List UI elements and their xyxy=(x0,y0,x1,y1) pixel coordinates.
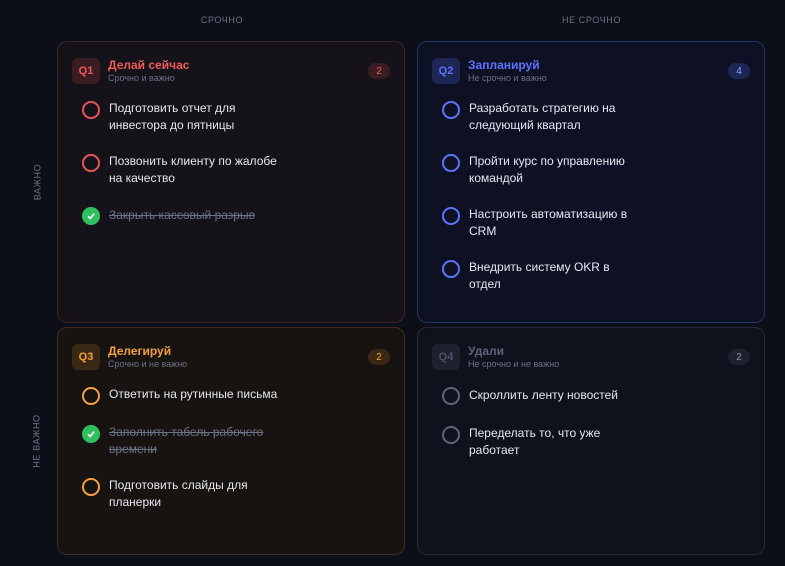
task-text: Позвонить клиенту по жалобе на качество xyxy=(109,154,277,185)
quadrant-title: Запланируй xyxy=(468,58,540,72)
task-item[interactable]: Ответить на рутинные письма xyxy=(72,387,390,405)
quadrant-badge: Q4 xyxy=(432,344,460,370)
quadrant-subtitle: Срочно и не важно xyxy=(108,359,188,369)
task-list: Скроллить ленту новостей Переделать то, … xyxy=(432,387,750,459)
quadrant-badge: Q2 xyxy=(432,58,460,84)
task-checkbox[interactable] xyxy=(442,426,460,444)
task-item[interactable]: Подготовить отчет для инвестора до пятни… xyxy=(72,101,390,134)
quadrant-header: Q1 Делай сейчас Срочно и важно 2 xyxy=(72,57,390,85)
task-checkbox[interactable] xyxy=(442,207,460,225)
task-item[interactable]: Внедрить систему OKR в отдел xyxy=(432,260,750,293)
quadrant-schedule: Q2 Запланируй Не срочно и важно 4 Разраб… xyxy=(417,41,765,323)
task-item[interactable]: Настроить автоматизацию в CRM xyxy=(432,207,750,240)
task-checkbox[interactable] xyxy=(82,478,100,496)
task-text: Разработать стратегию на следующий кварт… xyxy=(469,101,616,132)
task-text: Подготовить слайды для планерки xyxy=(109,478,248,509)
task-checkbox[interactable] xyxy=(82,101,100,119)
task-checkbox[interactable] xyxy=(82,387,100,405)
task-count-badge: 2 xyxy=(728,349,750,365)
task-item[interactable]: Позвонить клиенту по жалобе на качество xyxy=(72,154,390,187)
checkmark-icon xyxy=(87,213,95,220)
quadrant-header: Q3 Делегируй Срочно и не важно 2 xyxy=(72,343,390,371)
task-item[interactable]: Подготовить слайды для планерки xyxy=(72,478,390,511)
row-header-important: ВАЖНО xyxy=(22,42,52,322)
task-item[interactable]: Разработать стратегию на следующий кварт… xyxy=(432,101,750,134)
task-item[interactable]: Переделать то, что уже работает xyxy=(432,426,750,459)
task-item[interactable]: Пройти курс по управлению командой xyxy=(432,154,750,187)
quadrant-subtitle: Не срочно и важно xyxy=(468,73,547,83)
quadrant-title: Делегируй xyxy=(108,344,172,358)
row-header-important-label: ВАЖНО xyxy=(32,163,42,201)
quadrant-do-now: Q1 Делай сейчас Срочно и важно 2 Подгото… xyxy=(57,41,405,323)
quadrant-title: Делай сейчас xyxy=(108,58,190,72)
task-text: Переделать то, что уже работает xyxy=(469,426,601,457)
task-text: Настроить автоматизацию в CRM xyxy=(469,207,628,238)
row-header-not-important: НЕ ВАЖНО xyxy=(22,328,52,554)
quadrant-subtitle: Срочно и важно xyxy=(108,73,175,83)
task-checkbox[interactable] xyxy=(442,387,460,405)
column-header-not-urgent: НЕ СРОЧНО xyxy=(561,15,621,25)
task-checkbox-checked[interactable] xyxy=(82,207,100,225)
row-header-not-important-label: НЕ ВАЖНО xyxy=(32,414,43,468)
task-checkbox[interactable] xyxy=(442,260,460,278)
task-list: Ответить на рутинные письма Заполнить та… xyxy=(72,387,390,511)
task-text: Подготовить отчет для инвестора до пятни… xyxy=(109,101,236,132)
quadrant-badge: Q3 xyxy=(72,344,100,370)
task-text: Ответить на рутинные письма xyxy=(109,387,278,401)
task-text: Заполнить табель рабочего времени xyxy=(109,425,264,456)
quadrant-delegate: Q3 Делегируй Срочно и не важно 2 Ответит… xyxy=(57,327,405,555)
task-text: Скроллить ленту новостей xyxy=(469,388,619,402)
quadrant-subtitle: Не срочно и не важно xyxy=(468,359,560,369)
task-text: Пройти курс по управлению командой xyxy=(469,154,625,185)
task-item[interactable]: Скроллить ленту новостей xyxy=(432,387,750,405)
task-list: Подготовить отчет для инвестора до пятни… xyxy=(72,101,390,225)
task-count-badge: 2 xyxy=(368,63,390,79)
quadrant-title: Удали xyxy=(468,344,504,358)
task-item[interactable]: Закрыть кассовый разрыв xyxy=(72,207,390,225)
column-header-urgent: СРОЧНО xyxy=(200,15,244,25)
task-checkbox[interactable] xyxy=(442,101,460,119)
quadrant-eliminate: Q4 Удали Не срочно и не важно 2 Скроллит… xyxy=(417,327,765,555)
task-list: Разработать стратегию на следующий кварт… xyxy=(432,101,750,293)
task-checkbox[interactable] xyxy=(82,154,100,172)
task-checkbox[interactable] xyxy=(442,154,460,172)
quadrant-badge: Q1 xyxy=(72,58,100,84)
checkmark-icon xyxy=(87,431,95,438)
task-checkbox-checked[interactable] xyxy=(82,425,100,443)
quadrant-header: Q2 Запланируй Не срочно и важно 4 xyxy=(432,57,750,85)
task-text: Внедрить систему OKR в отдел xyxy=(469,260,610,291)
task-text: Закрыть кассовый разрыв xyxy=(109,208,255,222)
task-item[interactable]: Заполнить табель рабочего времени xyxy=(72,425,390,458)
task-count-badge: 2 xyxy=(368,349,390,365)
task-count-badge: 4 xyxy=(728,63,750,79)
quadrant-header: Q4 Удали Не срочно и не важно 2 xyxy=(432,343,750,371)
